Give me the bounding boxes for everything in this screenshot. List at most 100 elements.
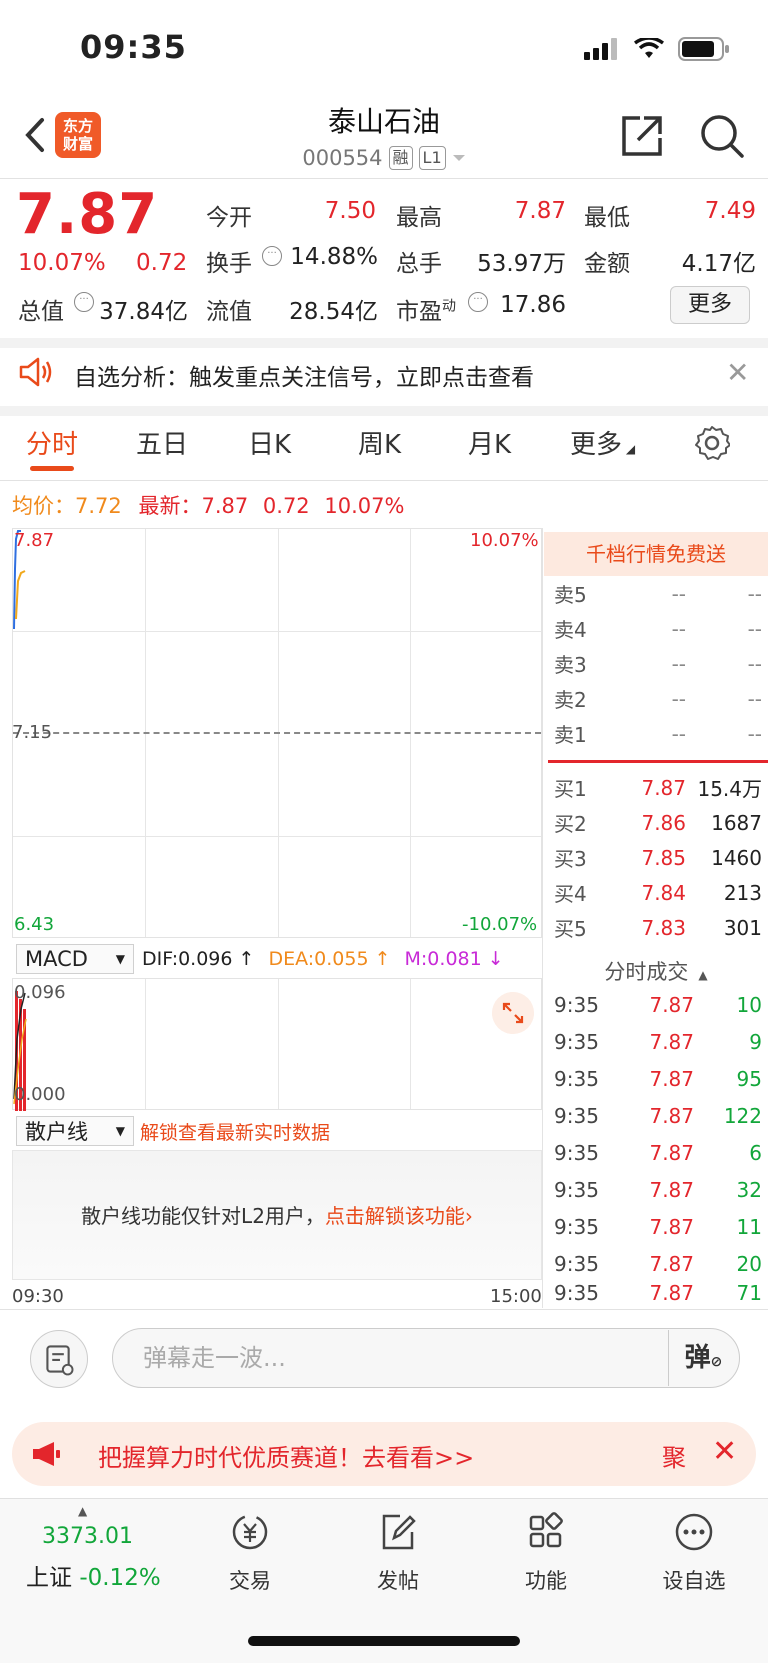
ticks-title: 分时成交 xyxy=(604,960,689,984)
gear-icon[interactable] xyxy=(694,425,730,461)
ask-volume: -- xyxy=(747,581,762,606)
tick-volume: 10 xyxy=(736,992,762,1017)
share-icon[interactable] xyxy=(618,112,666,160)
notice-text[interactable]: 自选分析：触发重点关注信号，立即点击查看 xyxy=(74,358,534,392)
tick-volume: 95 xyxy=(736,1066,762,1091)
high-label: 最高 xyxy=(396,205,442,231)
tick-price: 7.87 xyxy=(649,1103,694,1128)
info-icon[interactable]: ··· xyxy=(468,292,488,312)
retail-header: 散户线 ▼ 解锁查看最新实时数据 xyxy=(12,1112,542,1150)
change-percent: 10.07% xyxy=(18,250,106,276)
tick-volume: 122 xyxy=(723,1103,762,1128)
index-percent: -0.12% xyxy=(79,1565,161,1591)
ask-row: 卖3 -- -- xyxy=(554,646,762,681)
tick-volume: 6 xyxy=(749,1140,762,1165)
caret-up-icon: ▲ xyxy=(698,968,708,982)
pct-tick-low: -10.07% xyxy=(462,914,538,935)
promo-text[interactable]: 把握算力时代优质赛道！去看看>> xyxy=(98,1438,474,1473)
index-name: 上证 xyxy=(26,1565,72,1591)
tab-post[interactable]: 发帖 xyxy=(348,1510,448,1595)
orderbook-promo[interactable]: 千档行情免费送 xyxy=(544,532,768,576)
bid-volume: 1687 xyxy=(711,810,762,835)
float-value: 28.54亿 xyxy=(289,299,378,325)
macd-chart[interactable] xyxy=(12,978,542,1111)
current-price: 7.87 xyxy=(16,182,159,247)
close-icon[interactable]: ✕ xyxy=(712,1434,737,1469)
tick-time: 9:35 xyxy=(554,1066,599,1091)
tick-time: 9:35 xyxy=(554,1177,599,1202)
ask-price: -- xyxy=(671,721,686,746)
tab-monthly-k[interactable]: 月K xyxy=(468,424,511,461)
tick-price: 7.87 xyxy=(649,992,694,1017)
grid-line xyxy=(13,631,541,632)
danmu-toggle-button[interactable]: 弹⊘ xyxy=(668,1330,738,1386)
x-tick-start: 09:30 xyxy=(12,1286,64,1307)
turnover-label: 换手 xyxy=(206,251,252,277)
speaker-icon xyxy=(19,357,52,387)
more-circle-icon xyxy=(675,1513,713,1551)
section-gap xyxy=(0,338,768,348)
expand-icon[interactable] xyxy=(492,992,534,1034)
pe-label-text: 市盈 xyxy=(396,299,442,325)
index-summary[interactable]: 上证 -0.12% xyxy=(26,1558,161,1592)
low-label: 最低 xyxy=(584,205,630,231)
tick-volume: 9 xyxy=(749,1029,762,1054)
grid-line xyxy=(278,979,279,1109)
tab-weekly-k[interactable]: 周K xyxy=(358,424,401,461)
info-icon[interactable]: ··· xyxy=(74,292,94,312)
tab-divider xyxy=(0,480,768,481)
tab-trade[interactable]: 交易 xyxy=(200,1510,300,1595)
tab-more[interactable]: 更多 ◢ xyxy=(570,424,635,461)
edit-icon xyxy=(382,1514,416,1550)
tick-row: 9:35 7.87 122 xyxy=(554,1097,762,1134)
tab-five-day[interactable]: 五日 xyxy=(136,424,188,461)
close-icon[interactable]: ✕ xyxy=(726,356,749,389)
amount-label: 金额 xyxy=(584,251,630,277)
open-label: 今开 xyxy=(206,205,252,231)
latest-label: 最新： xyxy=(138,494,202,518)
tick-volume: 32 xyxy=(736,1177,762,1202)
tick-price: 7.87 xyxy=(649,1281,694,1305)
tick-time: 9:35 xyxy=(554,1029,599,1054)
tick-price: 7.87 xyxy=(649,1214,694,1239)
float-label: 流值 xyxy=(206,299,252,325)
ask-volume: -- xyxy=(747,686,762,711)
bid-label: 买4 xyxy=(554,882,587,906)
latest-value: 7.87 xyxy=(201,494,249,518)
tab-features[interactable]: 功能 xyxy=(496,1510,596,1595)
retail-unlock-link[interactable]: 点击解锁该功能› xyxy=(325,1204,473,1228)
index-value[interactable]: 3373.01 xyxy=(42,1524,133,1549)
tab-daily-k[interactable]: 日K xyxy=(248,424,291,461)
macd-selector[interactable]: MACD ▼ xyxy=(16,944,134,974)
home-indicator xyxy=(248,1636,520,1646)
pe-label: 市盈动 xyxy=(396,292,456,326)
tab-intraday[interactable]: 分时 xyxy=(26,424,78,461)
search-icon[interactable] xyxy=(698,112,746,160)
intraday-chart[interactable] xyxy=(12,528,542,938)
retail-selector[interactable]: 散户线 ▼ xyxy=(16,1116,134,1146)
ask-label: 卖3 xyxy=(554,653,587,677)
ask-price: -- xyxy=(671,616,686,641)
open-value: 7.50 xyxy=(324,198,376,224)
x-tick-end: 15:00 xyxy=(490,1286,542,1307)
tick-time: 9:35 xyxy=(554,1251,599,1276)
tab-watchlist[interactable]: 设自选 xyxy=(644,1510,744,1595)
retail-unlock-hint[interactable]: 解锁查看最新实时数据 xyxy=(140,1118,330,1145)
retail-selector-label: 散户线 xyxy=(25,1120,88,1144)
amount-value: 4.17亿 xyxy=(681,251,756,277)
orderbook-separator xyxy=(548,760,768,763)
memo-icon[interactable] xyxy=(30,1330,88,1388)
volume-value: 53.97万 xyxy=(477,251,566,277)
tick-price: 7.87 xyxy=(649,1140,694,1165)
ticks-header[interactable]: 分时成交 ▲ xyxy=(544,956,768,986)
avg-line xyxy=(15,570,26,620)
info-icon[interactable]: ··· xyxy=(262,246,282,266)
ask-row: 卖5 -- -- xyxy=(554,576,762,611)
tick-time: 9:35 xyxy=(554,1103,599,1128)
status-time: 09:35 xyxy=(80,28,187,66)
tab-indicator xyxy=(30,466,74,471)
more-button[interactable]: 更多 xyxy=(670,286,750,324)
ask-row: 卖2 -- -- xyxy=(554,681,762,716)
tick-row: 9:35 7.87 6 xyxy=(554,1134,762,1171)
danmu-input[interactable]: 弹幕走一波... xyxy=(112,1328,740,1388)
